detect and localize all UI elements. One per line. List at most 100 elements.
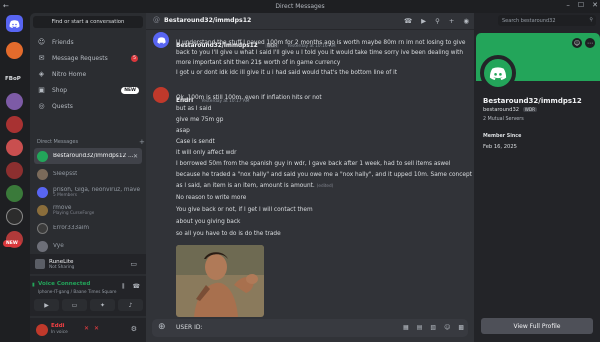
server-icon-4[interactable] — [6, 139, 23, 156]
image-attachment[interactable] — [176, 245, 264, 317]
profile-server-tag: WDR — [522, 107, 537, 112]
home-discord-icon[interactable] — [6, 15, 23, 32]
message-text: as I said, an item is an item, amount is… — [176, 183, 315, 189]
member-since-label: Member Since — [483, 134, 522, 139]
apps-icon[interactable]: ▩ — [458, 324, 464, 331]
screen-share-icon[interactable]: ▭ — [130, 260, 137, 268]
friends-icon: ☺ — [37, 38, 46, 46]
deafen-icon[interactable]: ✕ — [94, 325, 99, 332]
dm-subtext: Playing CurseForge — [53, 210, 95, 216]
composer-text[interactable]: USER ID: — [176, 324, 202, 331]
discord-app: ← Direct Messages – ☐ ✕ FBoP NEW Find or… — [0, 0, 600, 342]
nitro-icon: ◈ — [38, 70, 45, 78]
nav-label: Shop — [52, 86, 68, 94]
minimize-button[interactable]: – — [566, 1, 570, 9]
dm-item-sleepsst[interactable]: Sleepsst — [34, 166, 142, 182]
title-bar: ← Direct Messages – ☐ ✕ — [0, 0, 600, 13]
voice-action-buttons: ▶ ▭ ✦ ♪ — [34, 299, 143, 311]
add-friend-icon[interactable]: ☺ — [572, 38, 582, 48]
message-line: but as I said — [176, 106, 212, 112]
dm-item-group[interactable]: prisoh, Giga, neonviruz, mave 5 Members — [34, 184, 142, 200]
profile-avatar[interactable] — [480, 55, 516, 91]
avatar — [37, 150, 48, 162]
activity-button[interactable]: ✦ — [90, 299, 115, 311]
nav-label: Message Requests — [52, 54, 108, 62]
author-avatar[interactable] — [153, 87, 169, 103]
author-avatar[interactable] — [153, 32, 169, 48]
nav-friends[interactable]: ☺ Friends — [34, 35, 142, 49]
server-icon-2[interactable] — [6, 93, 23, 110]
at-icon: @ — [153, 16, 160, 24]
search-input[interactable]: Search bestaround32 ⚲ — [498, 15, 596, 26]
dm-name-wrap: prisoh, Giga, neonviruz, mave 5 Members — [53, 187, 140, 198]
chat-area: @ Bestaround32/immdps12 ☎ ▶ ⚲ + ◉ Bestar… — [146, 13, 474, 342]
add-friends-icon[interactable]: + — [449, 17, 454, 25]
dm-header-label: Direct Messages — [37, 139, 79, 145]
server-icon-7[interactable] — [6, 208, 23, 225]
server-icon-5[interactable] — [6, 162, 23, 179]
message-line: You give back or not, if I get I will co… — [176, 207, 313, 213]
nav-nitro-home[interactable]: ◈ Nitro Home — [34, 67, 142, 81]
view-full-profile-button[interactable]: View Full Profile — [481, 318, 593, 334]
profile-username: bestaround32 — [483, 107, 520, 113]
call-icon[interactable]: ☎ — [404, 17, 412, 25]
composer-icons: ▦ ▤ ▧ ☺ ▩ — [403, 324, 464, 331]
user-controls: ✕ ✕ — [84, 325, 99, 332]
message-line: Ok, 100m is still 100m, even if inflatio… — [176, 95, 322, 101]
avatar — [37, 204, 48, 216]
dm-name: prisoh, Giga, neonviruz, mave — [53, 186, 141, 193]
gif-icon[interactable]: ▤ — [417, 324, 423, 331]
server-icon-1[interactable] — [6, 42, 23, 59]
noise-suppression-icon[interactable]: ⫼ — [122, 283, 125, 291]
gift-icon[interactable]: ▦ — [403, 324, 409, 331]
avatar — [37, 240, 48, 252]
nav-message-requests[interactable]: ✉ Message Requests 5 — [34, 51, 142, 65]
close-dm-icon[interactable]: ✕ — [133, 153, 138, 160]
search-placeholder: Search bestaround32 — [502, 17, 556, 24]
pin-icon[interactable]: ⚲ — [435, 17, 440, 25]
server-icon-6[interactable] — [6, 185, 23, 202]
dm-name: Error333aim — [53, 225, 90, 231]
voice-status[interactable]: Voice Connected — [38, 281, 90, 287]
signal-icon: ▮ — [32, 282, 35, 288]
find-conversation-button[interactable]: Find or start a conversation — [33, 16, 143, 28]
nav-label: Nitro Home — [52, 70, 87, 78]
voice-icons: ⫼ ☎ — [122, 283, 140, 291]
window-title: Direct Messages — [275, 3, 325, 10]
disconnect-icon[interactable]: ☎ — [133, 283, 140, 291]
voice-channel[interactable]: Iphone-IT-gang / Baane Times Square — [38, 289, 116, 294]
dm-item-rmove[interactable]: rmove Playing CurseForge — [34, 202, 142, 218]
attach-plus-icon[interactable]: ⊕ — [158, 322, 166, 332]
gear-icon[interactable]: ⚙ — [131, 325, 137, 333]
camera-button[interactable]: ▶ — [34, 299, 59, 311]
nav-shop[interactable]: ▣ Shop NEW — [34, 83, 142, 97]
profile-toggle-icon[interactable]: ◉ — [463, 17, 469, 25]
dm-name-wrap: rmove Playing CurseForge — [53, 205, 94, 216]
dm-name: Sleepsst — [53, 171, 78, 177]
maximize-button[interactable]: ☐ — [578, 1, 584, 9]
video-icon[interactable]: ▶ — [421, 17, 426, 25]
soundboard-button[interactable]: ♪ — [118, 299, 143, 311]
close-button[interactable]: ✕ — [592, 1, 598, 9]
nav-quests[interactable]: ◎ Quests — [34, 99, 142, 113]
screen-share-button[interactable]: ▭ — [62, 299, 87, 311]
more-options-icon[interactable]: ⋯ — [585, 38, 595, 48]
member-since-date: Feb 16, 2025 — [483, 144, 517, 150]
search-icon: ⚲ — [589, 17, 593, 23]
user-avatar[interactable] — [36, 324, 48, 336]
mutual-servers-link[interactable]: 2 Mutual Servers — [483, 117, 524, 122]
mute-icon[interactable]: ✕ — [84, 325, 89, 332]
profile-display-name: Bestaround32/immdps12 — [483, 97, 582, 105]
profile-panel: ☺ ⋯ Bestaround32/immdps12 bestaround32 W… — [474, 13, 600, 342]
dm-item-error333aim[interactable]: Error333aim — [34, 220, 142, 236]
sticker-icon[interactable]: ▧ — [430, 324, 436, 331]
quests-icon: ◎ — [38, 102, 45, 110]
shop-icon: ▣ — [38, 86, 45, 94]
runelite-icon — [35, 259, 45, 269]
create-dm-plus-icon[interactable]: + — [139, 138, 145, 146]
server-icon-3[interactable] — [6, 116, 23, 133]
dm-item-bestaround32[interactable]: Bestaround32/immdps12 ... ✕ — [34, 148, 142, 164]
message-composer[interactable]: ⊕ USER ID: ▦ ▤ ▧ ☺ ▩ — [152, 319, 468, 337]
emoji-icon[interactable]: ☺ — [444, 324, 450, 331]
profile-username-row: bestaround32 WDR — [483, 107, 537, 113]
